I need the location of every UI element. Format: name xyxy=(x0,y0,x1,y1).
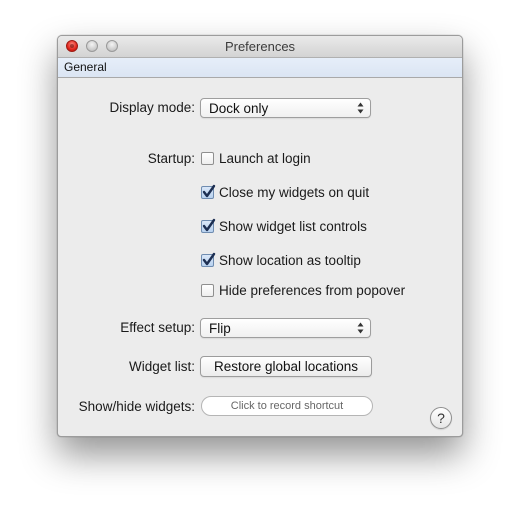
launch-at-login-checkbox[interactable] xyxy=(201,152,214,165)
restore-global-locations-button[interactable]: Restore global locations xyxy=(200,356,372,377)
checkmark-icon xyxy=(202,218,216,232)
display-mode-popup[interactable]: Dock only xyxy=(200,98,371,118)
show-location-as-tooltip-checkbox[interactable] xyxy=(201,252,216,267)
hide-preferences-from-popover-label: Hide preferences from popover xyxy=(219,283,406,298)
show-widget-list-controls-label: Show widget list controls xyxy=(219,219,367,234)
display-mode-label: Display mode: xyxy=(109,100,195,115)
startup-label: Startup: xyxy=(147,151,195,166)
show-hide-widgets-label: Show/hide widgets: xyxy=(78,399,195,414)
tab-bar: General xyxy=(58,58,462,78)
preferences-window: Preferences General Display mode: Dock o… xyxy=(57,35,463,437)
title-bar: Preferences xyxy=(58,36,462,58)
window-title: Preferences xyxy=(224,39,296,54)
popup-arrows-icon xyxy=(357,102,364,114)
effect-setup-value: Flip xyxy=(209,321,231,336)
popup-arrows-icon xyxy=(357,322,364,334)
effect-setup-label: Effect setup: xyxy=(120,320,195,335)
display-mode-value: Dock only xyxy=(209,101,269,116)
effect-setup-popup[interactable]: Flip xyxy=(200,318,371,338)
show-location-as-tooltip-label: Show location as tooltip xyxy=(219,253,361,268)
shortcut-recorder[interactable]: Click to record shortcut xyxy=(201,396,373,416)
hide-preferences-from-popover-checkbox[interactable] xyxy=(201,284,214,297)
close-widgets-on-quit-label: Close my widgets on quit xyxy=(219,185,370,200)
close-widgets-on-quit-checkbox[interactable] xyxy=(201,184,216,199)
checkmark-icon xyxy=(202,184,216,198)
help-button[interactable]: ? xyxy=(430,407,452,429)
widget-list-label: Widget list: xyxy=(128,359,195,374)
launch-at-login-label: Launch at login xyxy=(219,151,311,166)
checkmark-icon xyxy=(202,252,216,266)
tab-general[interactable]: General xyxy=(64,60,107,74)
show-widget-list-controls-checkbox[interactable] xyxy=(201,218,216,233)
